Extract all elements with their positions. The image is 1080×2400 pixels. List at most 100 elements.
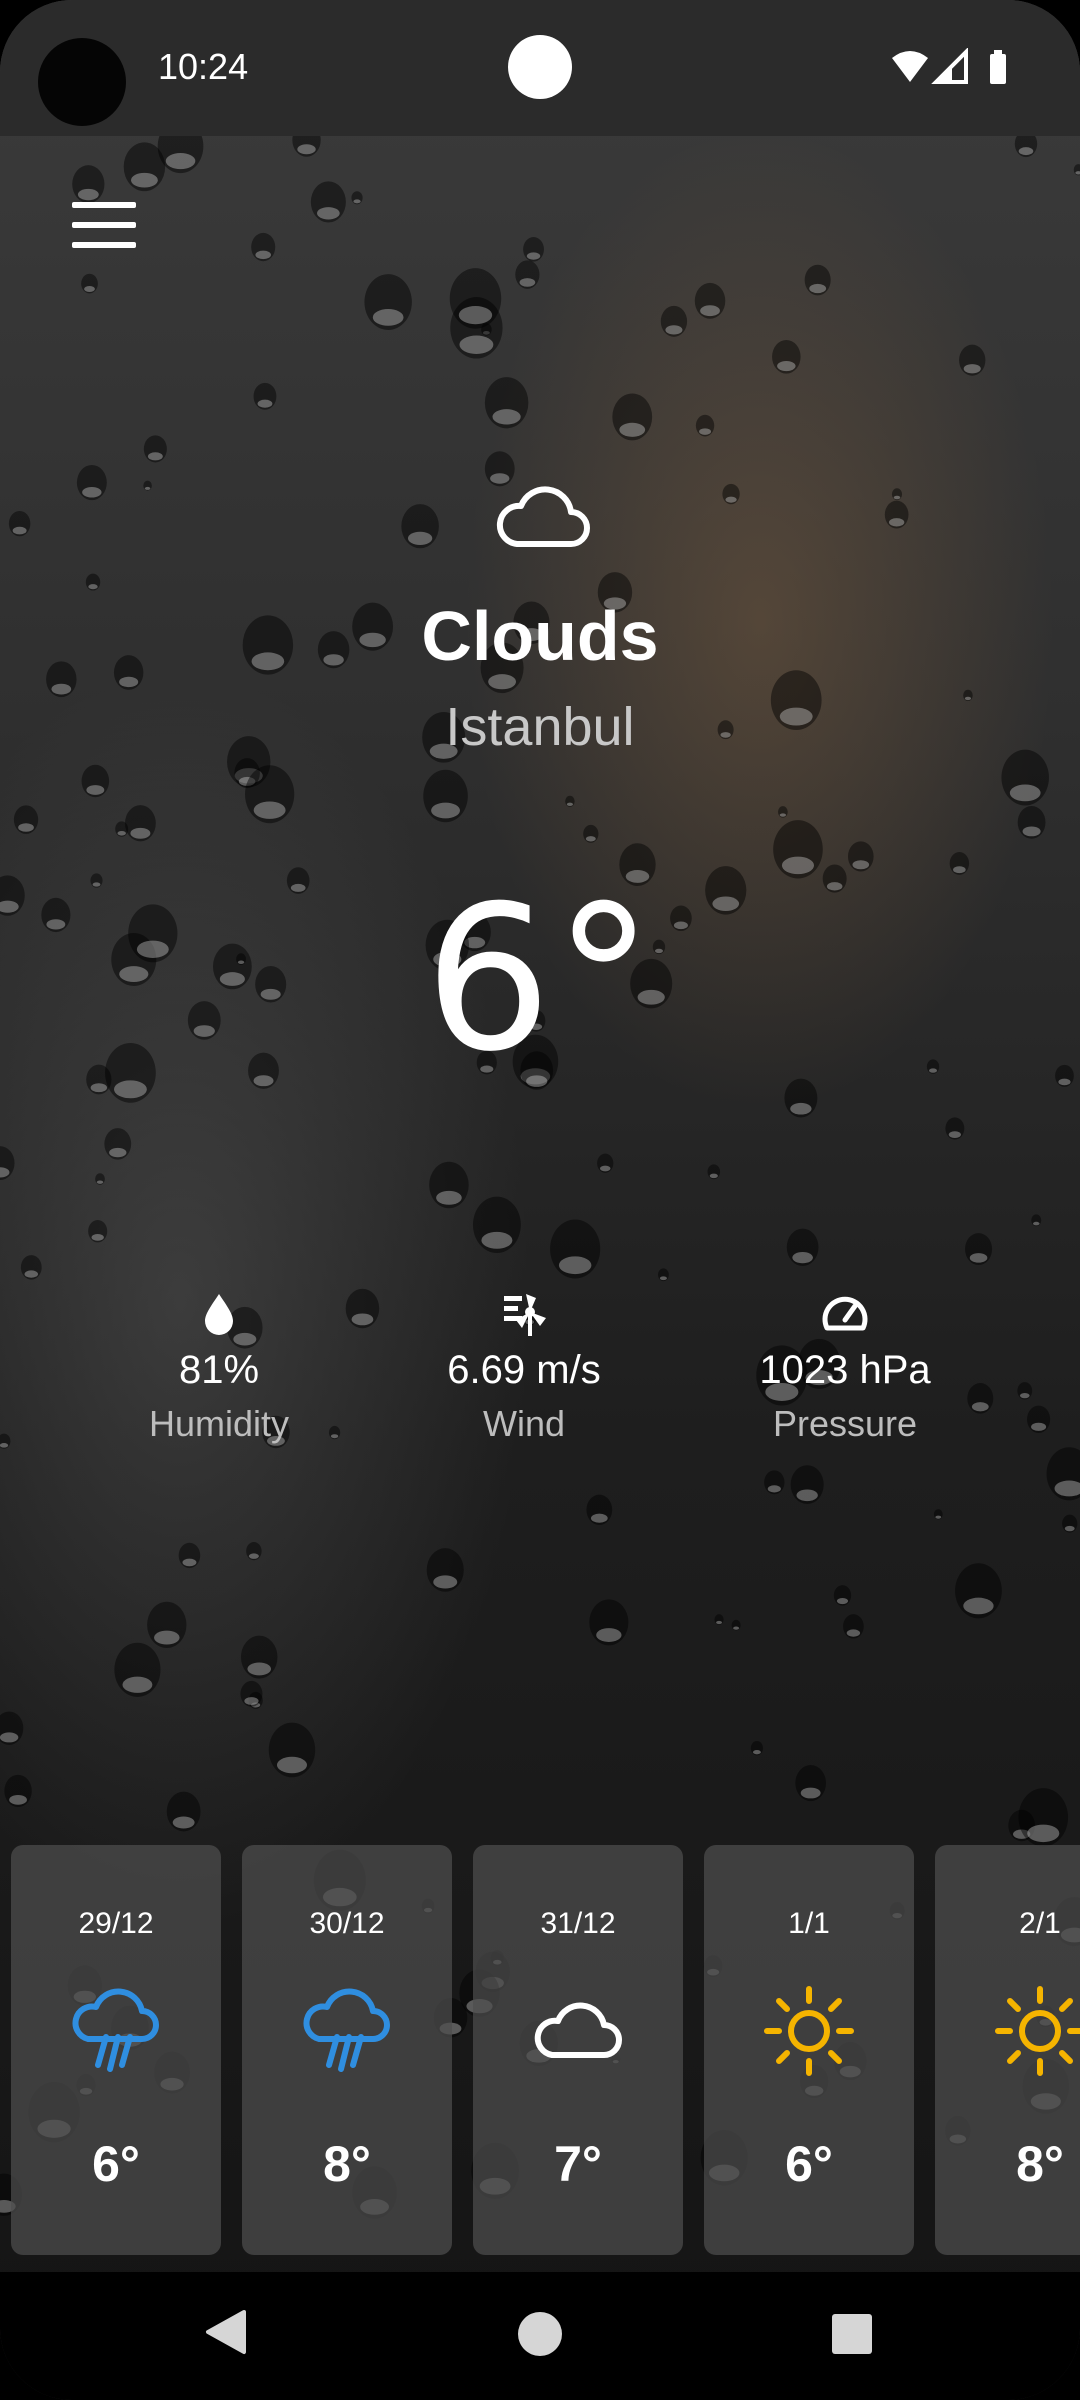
- cloud-icon: [534, 2002, 622, 2058]
- raindrop: [246, 1542, 262, 1561]
- raindrop: [13, 805, 39, 834]
- raindrop: [364, 274, 412, 330]
- recents-icon[interactable]: [830, 2312, 874, 2356]
- wind-value: 6.69 m/s: [447, 1348, 601, 1392]
- raindrop: [401, 504, 439, 549]
- raindrop: [104, 1128, 132, 1160]
- humidity-value: 81%: [178, 1348, 260, 1392]
- raindrop: [660, 305, 688, 337]
- forecast-temp: 6°: [92, 2136, 140, 2192]
- water-drop-icon: [205, 1294, 233, 1335]
- raindrop: [244, 765, 295, 824]
- hamburger-menu-icon[interactable]: [60, 190, 150, 260]
- status-bar: 10:24: [0, 0, 1080, 136]
- raindrop: [586, 1494, 613, 1526]
- raindrop: [484, 377, 529, 429]
- raindrop: [123, 142, 166, 192]
- raindrop: [1017, 805, 1046, 839]
- raindrop: [124, 805, 156, 842]
- forecast-temp: 8°: [1016, 2136, 1064, 2192]
- raindrop: [583, 824, 599, 843]
- raindrop: [804, 264, 831, 296]
- raindrop: [694, 282, 726, 319]
- current-temperature: 6°: [0, 870, 1080, 1090]
- system-icons: [892, 48, 1006, 84]
- raindrop: [790, 1465, 824, 1505]
- raindrop: [251, 232, 276, 262]
- forecast-temp: 6°: [785, 2136, 833, 2192]
- wind-icon: [504, 1294, 546, 1336]
- raindrop: [695, 414, 715, 437]
- home-icon[interactable]: [516, 2310, 564, 2358]
- wind-stat: 6.69 m/s Wind: [364, 1290, 684, 1445]
- raindrop: [1017, 1382, 1033, 1400]
- forecast-date: 2/1: [1019, 1907, 1061, 1940]
- weather-condition: Clouds: [421, 597, 659, 675]
- raindrop: [449, 268, 502, 329]
- forecast-card[interactable]: 31/12 7°: [473, 1845, 683, 2255]
- raindrop: [114, 1642, 161, 1697]
- pressure-value: 1023 hPa: [759, 1348, 931, 1392]
- gauge-icon: [822, 1296, 868, 1331]
- raindrop: [143, 435, 167, 463]
- sun-icon: [764, 1986, 854, 2076]
- status-time: 10:24: [158, 46, 249, 87]
- raindrop: [722, 483, 740, 505]
- raindrop: [143, 480, 152, 491]
- raindrop: [166, 1791, 201, 1832]
- raindrop: [657, 1268, 669, 1282]
- raindrop: [550, 1219, 601, 1279]
- raindrop: [8, 510, 31, 537]
- forecast-date: 1/1: [788, 1907, 830, 1940]
- humidity-stat: 81% Humidity: [59, 1290, 379, 1445]
- forecast-card[interactable]: 2/1 8°: [935, 1845, 1080, 2255]
- forecast-card[interactable]: 1/1 6°: [704, 1845, 914, 2255]
- forecast-card[interactable]: 30/12 8°: [242, 1845, 452, 2255]
- raindrop: [731, 1619, 741, 1631]
- raindrop: [81, 273, 98, 294]
- raindrop: [777, 806, 788, 818]
- raindrop: [750, 1741, 764, 1756]
- raindrop: [240, 1635, 278, 1679]
- raindrop: [772, 340, 801, 374]
- sun-icon: [995, 1986, 1080, 2076]
- wind-label: Wind: [482, 1403, 566, 1444]
- wifi-icon: [892, 51, 928, 82]
- raindrop: [81, 764, 110, 798]
- raindrop: [847, 841, 874, 872]
- raindrop: [1062, 1514, 1078, 1533]
- battery-icon: [990, 50, 1006, 84]
- raindrop: [891, 488, 903, 501]
- rain-icon: [72, 1988, 159, 2072]
- back-icon[interactable]: [200, 2306, 252, 2358]
- raindrop: [147, 1601, 187, 1648]
- signal-icon: [931, 48, 968, 84]
- raindrop: [786, 1228, 819, 1267]
- camera-cutout: [38, 38, 126, 126]
- raindrop: [240, 1680, 263, 1707]
- raindrop: [764, 1470, 785, 1495]
- forecast-date: 30/12: [309, 1907, 385, 1940]
- forecast-date: 29/12: [78, 1907, 154, 1940]
- raindrop: [523, 237, 544, 262]
- raindrop: [88, 1220, 108, 1243]
- forecast-card[interactable]: 29/12 6°: [11, 1845, 221, 2255]
- raindrop: [1073, 164, 1080, 176]
- forecast-date: 31/12: [540, 1907, 616, 1940]
- raindrop: [955, 1563, 1002, 1619]
- temperature-value: 6°: [424, 863, 656, 1096]
- forecast-list[interactable]: 29/12 6° 30/12 8° 31/12 7° 1/1 6° 2/1 8°: [0, 1845, 1080, 2255]
- raindrop: [351, 191, 363, 205]
- raindrop: [178, 1542, 201, 1569]
- pressure-label: Pressure: [772, 1403, 918, 1444]
- navigation-bar: [0, 2272, 1080, 2400]
- raindrop: [95, 1173, 105, 1185]
- front-camera: [508, 35, 572, 99]
- raindrop: [565, 795, 575, 807]
- raindrop: [1031, 1214, 1042, 1227]
- raindrop: [964, 1233, 993, 1266]
- raindrop: [310, 181, 346, 223]
- raindrop: [0, 1433, 11, 1449]
- raindrop: [714, 1614, 724, 1625]
- raindrop: [933, 1509, 943, 1520]
